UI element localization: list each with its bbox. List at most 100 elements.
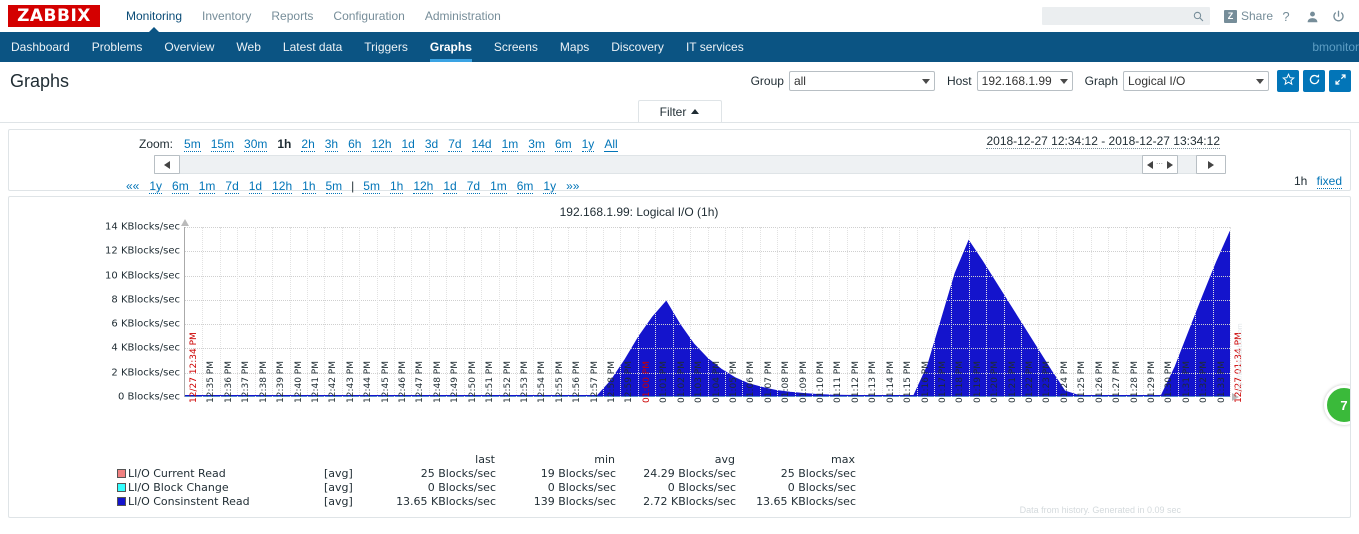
group-select[interactable]: all [788, 71, 935, 91]
user-settings-button[interactable] [1299, 0, 1325, 32]
shift-right-1m[interactable]: 1m [490, 179, 507, 194]
shift-left-1d[interactable]: 1d [248, 179, 263, 194]
chart-gridline-v [237, 227, 239, 397]
zoom-option-all[interactable]: All [604, 137, 618, 152]
shift-left-1y[interactable]: 1y [149, 179, 163, 194]
chart-x-axis-label: 12:51 PM [485, 361, 496, 403]
main-menu-item-configuration[interactable]: Configuration [323, 0, 414, 32]
chevron-down-icon [1059, 79, 1068, 84]
chart-gridline-v [515, 227, 517, 397]
search-icon[interactable] [1193, 11, 1204, 25]
main-menu-item-monitoring[interactable]: Monitoring [116, 0, 192, 33]
shift-right-1h[interactable]: 1h [389, 179, 404, 194]
chart-x-axis-label: 12:40 PM [293, 361, 304, 403]
shift-left-12h[interactable]: 12h [272, 179, 293, 194]
zoom-option-3m[interactable]: 3m [528, 137, 545, 152]
shift-left-5m[interactable]: 5m [325, 179, 343, 194]
help-button[interactable]: ? [1273, 0, 1299, 32]
shift-right-6m[interactable]: 6m [516, 179, 534, 194]
search-input[interactable] [1046, 9, 1191, 23]
chart-x-axis-label: 12:43 PM [345, 361, 356, 403]
subnav-item-graphs[interactable]: Graphs [419, 32, 483, 62]
zabbix-logo[interactable]: ZABBIX [8, 5, 100, 27]
subnav-item-discovery[interactable]: Discovery [600, 32, 675, 62]
shift-left-7d[interactable]: 7d [225, 179, 239, 194]
zoom-option-1y[interactable]: 1y [581, 137, 595, 152]
time-scrollbar[interactable] [154, 155, 1204, 174]
shift-right-5m[interactable]: 5m [363, 179, 380, 194]
host-select[interactable]: 192.168.1.99 [976, 71, 1073, 91]
status-badge[interactable]: 7 [1324, 385, 1350, 425]
subnav-item-dashboard[interactable]: Dashboard [0, 32, 81, 62]
shift-right-12h[interactable]: 12h [413, 179, 434, 194]
filter-toggle[interactable]: Filter [637, 100, 722, 122]
zoom-option-3d[interactable]: 3d [424, 137, 439, 152]
add-to-favourites-button[interactable] [1277, 70, 1299, 92]
zoom-option-3h[interactable]: 3h [324, 137, 339, 152]
zoom-option-7d[interactable]: 7d [448, 137, 462, 152]
refresh-button[interactable] [1303, 70, 1325, 92]
share-button[interactable]: Z Share [1223, 9, 1273, 23]
zoom-option-6m[interactable]: 6m [554, 137, 572, 152]
graph-select-wrap: Logical I/O [1123, 71, 1269, 91]
graph-select[interactable]: Logical I/O [1123, 71, 1269, 91]
zoom-option-1h[interactable]: 1h [277, 137, 291, 151]
chart-y-axis-label: 10 KBlocks/sec [105, 270, 180, 282]
legend-item-last: 13.65 KBlocks/sec [396, 494, 496, 508]
fixed-toggle[interactable]: fixed [1316, 174, 1342, 189]
chart-plot-area[interactable]: 14 KBlocks/sec 12 KBlocks/sec 10 KBlocks/s… [105, 219, 1244, 403]
zoom-option-1d[interactable]: 1d [401, 137, 415, 152]
chart-gridline-v [1021, 227, 1022, 397]
search-box[interactable] [1041, 7, 1210, 25]
scroll-left-button[interactable] [154, 155, 180, 174]
legend-color-swatch [117, 496, 126, 506]
zoom-option-5m[interactable]: 5m [184, 137, 201, 152]
zoom-option-6h[interactable]: 6h [348, 137, 362, 152]
chart-gridline-v [794, 227, 796, 397]
subnav-item-problems[interactable]: Problems [81, 32, 154, 62]
subnav-item-triggers[interactable]: Triggers [353, 32, 419, 62]
shift-right-7d[interactable]: 7d [466, 179, 481, 194]
shift-separator: | [351, 179, 355, 193]
zoom-option-12h[interactable]: 12h [371, 137, 392, 152]
scroll-right-button[interactable] [1196, 155, 1226, 174]
graph-selectors: Group all Host 192.168.1.99 Graph Logica… [751, 62, 1351, 100]
scroll-zoom-group[interactable]: ⋯ [1142, 155, 1178, 174]
shift-left-6m[interactable]: 6m [172, 179, 189, 194]
chart-x-axis-label: 12:53 PM [519, 361, 530, 403]
chart-gridline-v [986, 227, 988, 397]
chart-x-axis-label: 01:33 PM [1216, 361, 1227, 403]
main-menu-item-inventory[interactable]: Inventory [192, 0, 261, 32]
subnav-item-web[interactable]: Web [225, 32, 271, 62]
subnav-item-maps[interactable]: Maps [549, 32, 600, 62]
main-menu-item-administration[interactable]: Administration [415, 0, 511, 32]
shift-right-1y[interactable]: 1y [543, 179, 557, 194]
zoom-option-2h[interactable]: 2h [301, 137, 315, 152]
zoom-option-14d[interactable]: 14d [471, 137, 492, 152]
subnav-item-latest-data[interactable]: Latest data [272, 32, 353, 62]
subnav-item-screens[interactable]: Screens [483, 32, 549, 62]
shift-right-1d[interactable]: 1d [443, 179, 457, 194]
shift-start-button[interactable]: «« [126, 179, 139, 193]
shift-left-1m[interactable]: 1m [198, 179, 216, 194]
shift-end-button[interactable]: »» [566, 179, 579, 193]
legend-item-max: 0 Blocks/sec [787, 480, 856, 494]
time-range-display[interactable]: 2018-12-27 12:34:12 - 2018-12-27 13:34:1… [986, 134, 1220, 149]
subnav-item-it-services[interactable]: IT services [675, 32, 755, 62]
graph-footer-note: Data from history. Generated in 0.09 sec [1019, 505, 1181, 515]
subnav-item-overview[interactable]: Overview [153, 32, 225, 62]
main-menu-item-reports[interactable]: Reports [261, 0, 323, 32]
fullscreen-button[interactable] [1329, 70, 1351, 92]
chart-x-axis-label: 12:41 PM [310, 361, 321, 403]
shift-left-1h[interactable]: 1h [302, 179, 316, 194]
zoom-option-15m[interactable]: 15m [210, 137, 235, 152]
chart-x-axis-label: 12:54 PM [537, 361, 548, 403]
sign-out-button[interactable] [1325, 0, 1351, 32]
chart-x-axis-label: 01:03 PM [694, 361, 705, 403]
zoom-option-1m[interactable]: 1m [501, 137, 519, 152]
chart-x-axis-label: 01:32 PM [1199, 361, 1210, 403]
chart-x-axis-label: 01:04 PM [711, 361, 722, 403]
legend-row: LI/O Block Change [avg] 0 Blocks/sec 0 B… [109, 480, 1229, 494]
zoom-option-30m[interactable]: 30m [244, 137, 268, 152]
chart-x-axis-label: 12:46 PM [398, 361, 408, 403]
